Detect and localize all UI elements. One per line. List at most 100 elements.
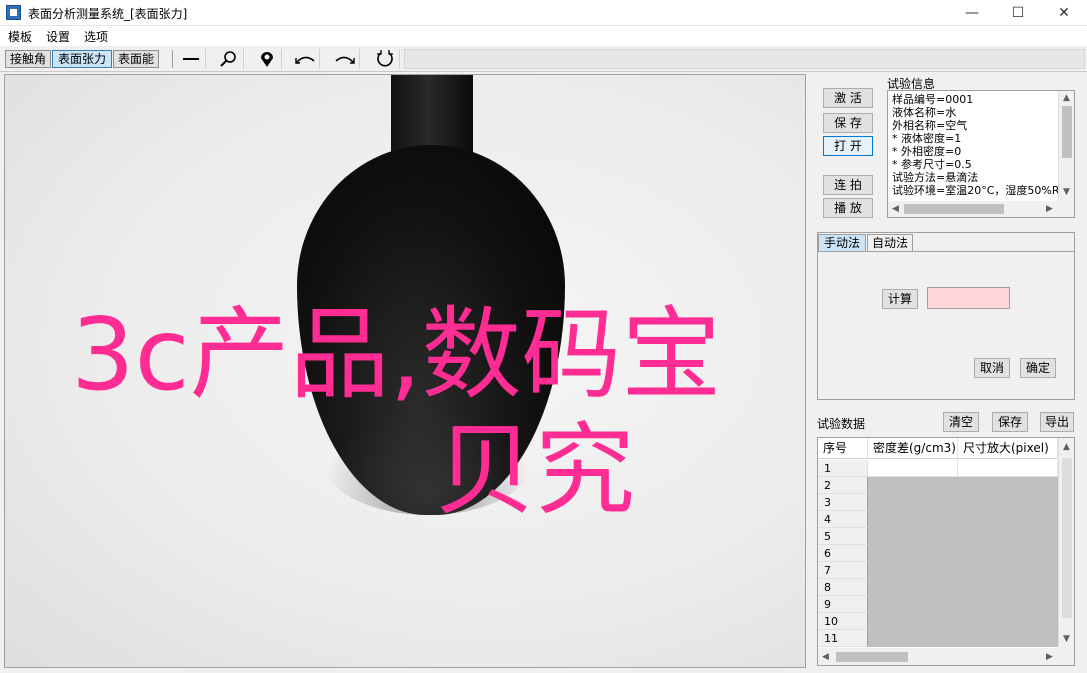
mode-contact-angle[interactable]: 接触角 [5, 50, 51, 68]
left-arc-icon[interactable] [290, 49, 320, 69]
scroll-up-arrow-icon[interactable]: ▲ [1063, 93, 1070, 103]
point-marker-icon[interactable] [252, 49, 282, 69]
menu-bar: 模板 设置 选项 [0, 26, 1087, 46]
tab-manual[interactable]: 手动法 [818, 234, 866, 251]
right-arc-icon[interactable] [330, 49, 360, 69]
table-scroll-down-icon[interactable]: ▼ [1063, 634, 1070, 644]
size-scale-cell[interactable] [958, 613, 1058, 630]
open-image-button[interactable]: 打 开 [823, 136, 873, 156]
table-scroll-right-icon[interactable]: ▶ [1046, 652, 1053, 662]
table-row[interactable]: 11 [818, 630, 1058, 647]
row-index: 8 [818, 579, 868, 596]
maximize-button[interactable]: ☐ [995, 0, 1041, 26]
info-line: * 液体密度=1 [892, 132, 962, 145]
table-row[interactable]: 7 [818, 562, 1058, 579]
info-line: 样品编号=0001 [892, 93, 974, 106]
test-data-table[interactable]: 序号 密度差(g/cm3) 尺寸放大(pixel) 1 2 3 4 5 6 7 … [817, 437, 1075, 666]
info-line: * 参考尺寸=0.5 [892, 158, 972, 171]
save-image-button[interactable]: 保 存 [823, 113, 873, 133]
table-row[interactable]: 10 [818, 613, 1058, 630]
mode-surface-tension[interactable]: 表面张力 [52, 50, 112, 68]
row-index: 1 [818, 460, 868, 477]
table-row[interactable]: 9 [818, 596, 1058, 613]
table-row[interactable]: 1 [818, 460, 1058, 477]
density-diff-cell[interactable] [868, 596, 958, 613]
density-diff-cell[interactable] [868, 562, 958, 579]
table-row[interactable]: 8 [818, 579, 1058, 596]
info-line: 试验环境=室温20°C，湿度50%R [892, 184, 1058, 197]
column-header-index[interactable]: 序号 [818, 438, 868, 459]
info-line: * 外相密度=0 [892, 145, 962, 158]
table-horizontal-scrollbar[interactable]: ◀ ▶ [818, 648, 1074, 665]
column-header-density-diff[interactable]: 密度差(g/cm3) [868, 438, 958, 459]
info-line: 试验方法=悬滴法 [892, 171, 979, 184]
size-scale-cell[interactable] [958, 511, 1058, 528]
play-button[interactable]: 播 放 [823, 198, 873, 218]
scroll-right-arrow-icon[interactable]: ▶ [1046, 204, 1053, 214]
size-scale-cell[interactable] [958, 528, 1058, 545]
size-scale-cell[interactable] [958, 494, 1058, 511]
continuous-shot-button[interactable]: 连 拍 [823, 175, 873, 195]
density-diff-cell[interactable] [868, 511, 958, 528]
clear-data-button[interactable]: 清空 [943, 412, 979, 432]
size-scale-cell[interactable] [958, 545, 1058, 562]
table-row[interactable]: 2 [818, 477, 1058, 494]
density-diff-cell[interactable] [868, 494, 958, 511]
info-vertical-scrollbar[interactable]: ▲ ▼ [1058, 91, 1074, 201]
close-button[interactable]: ✕ [1041, 0, 1087, 26]
info-horizontal-scrollbar[interactable]: ◀ ▶ [888, 201, 1074, 217]
info-hscroll-thumb[interactable] [904, 204, 1004, 214]
size-scale-cell[interactable] [958, 596, 1058, 613]
line-tool-icon[interactable] [176, 49, 206, 69]
circle-fit-icon[interactable] [370, 49, 400, 69]
menu-options[interactable]: 选项 [84, 28, 108, 45]
test-info-lines: 样品编号=0001 液体名称=水 外相名称=空气 * 液体密度=1 * 外相密度… [892, 93, 1058, 197]
density-diff-cell[interactable] [868, 528, 958, 545]
table-vertical-scrollbar[interactable]: ▲ ▼ [1058, 438, 1074, 648]
table-row[interactable]: 4 [818, 511, 1058, 528]
scroll-left-arrow-icon[interactable]: ◀ [892, 204, 899, 214]
table-scroll-up-icon[interactable]: ▲ [1063, 442, 1070, 452]
calculate-button[interactable]: 计算 [882, 289, 918, 309]
size-scale-cell[interactable] [958, 460, 1058, 477]
activate-button[interactable]: 激 活 [823, 88, 873, 108]
overlay-line-1: 3c产品,数码宝 [71, 296, 722, 413]
table-row[interactable]: 6 [818, 545, 1058, 562]
size-scale-cell[interactable] [958, 562, 1058, 579]
cancel-button[interactable]: 取消 [974, 358, 1010, 378]
export-data-button[interactable]: 导出 [1040, 412, 1074, 432]
table-row[interactable]: 3 [818, 494, 1058, 511]
row-index: 5 [818, 528, 868, 545]
menu-settings[interactable]: 设置 [46, 28, 70, 45]
image-canvas[interactable]: 3c产品,数码宝 贝究 [4, 74, 806, 668]
table-scroll-left-icon[interactable]: ◀ [822, 652, 829, 662]
table-hscroll-thumb[interactable] [836, 652, 908, 662]
size-scale-cell[interactable] [958, 579, 1058, 596]
calculation-result-field[interactable] [927, 287, 1010, 309]
save-data-button[interactable]: 保存 [992, 412, 1028, 432]
app-icon [6, 5, 21, 20]
density-diff-cell[interactable] [868, 579, 958, 596]
scroll-down-arrow-icon[interactable]: ▼ [1063, 187, 1070, 197]
table-header: 序号 密度差(g/cm3) 尺寸放大(pixel) [818, 438, 1058, 459]
table-row[interactable]: 5 [818, 528, 1058, 545]
info-vscroll-thumb[interactable] [1062, 106, 1072, 158]
row-index: 3 [818, 494, 868, 511]
size-scale-cell[interactable] [958, 630, 1058, 647]
zoom-icon[interactable] [214, 49, 244, 69]
confirm-button[interactable]: 确定 [1020, 358, 1056, 378]
toolbar: 接触角 表面张力 表面能 [0, 46, 1087, 72]
density-diff-cell[interactable] [868, 477, 958, 494]
mode-surface-energy[interactable]: 表面能 [113, 50, 159, 68]
density-diff-cell[interactable] [868, 613, 958, 630]
table-vscroll-thumb[interactable] [1062, 458, 1072, 618]
menu-template[interactable]: 模板 [8, 28, 32, 45]
size-scale-cell[interactable] [958, 477, 1058, 494]
minimize-button[interactable]: — [949, 0, 995, 26]
density-diff-cell[interactable] [868, 630, 958, 647]
column-header-size-scale[interactable]: 尺寸放大(pixel) [958, 438, 1058, 459]
test-info-box[interactable]: 样品编号=0001 液体名称=水 外相名称=空气 * 液体密度=1 * 外相密度… [887, 90, 1075, 218]
density-diff-cell[interactable] [868, 545, 958, 562]
tab-auto[interactable]: 自动法 [867, 234, 913, 251]
density-diff-cell[interactable] [868, 460, 958, 477]
